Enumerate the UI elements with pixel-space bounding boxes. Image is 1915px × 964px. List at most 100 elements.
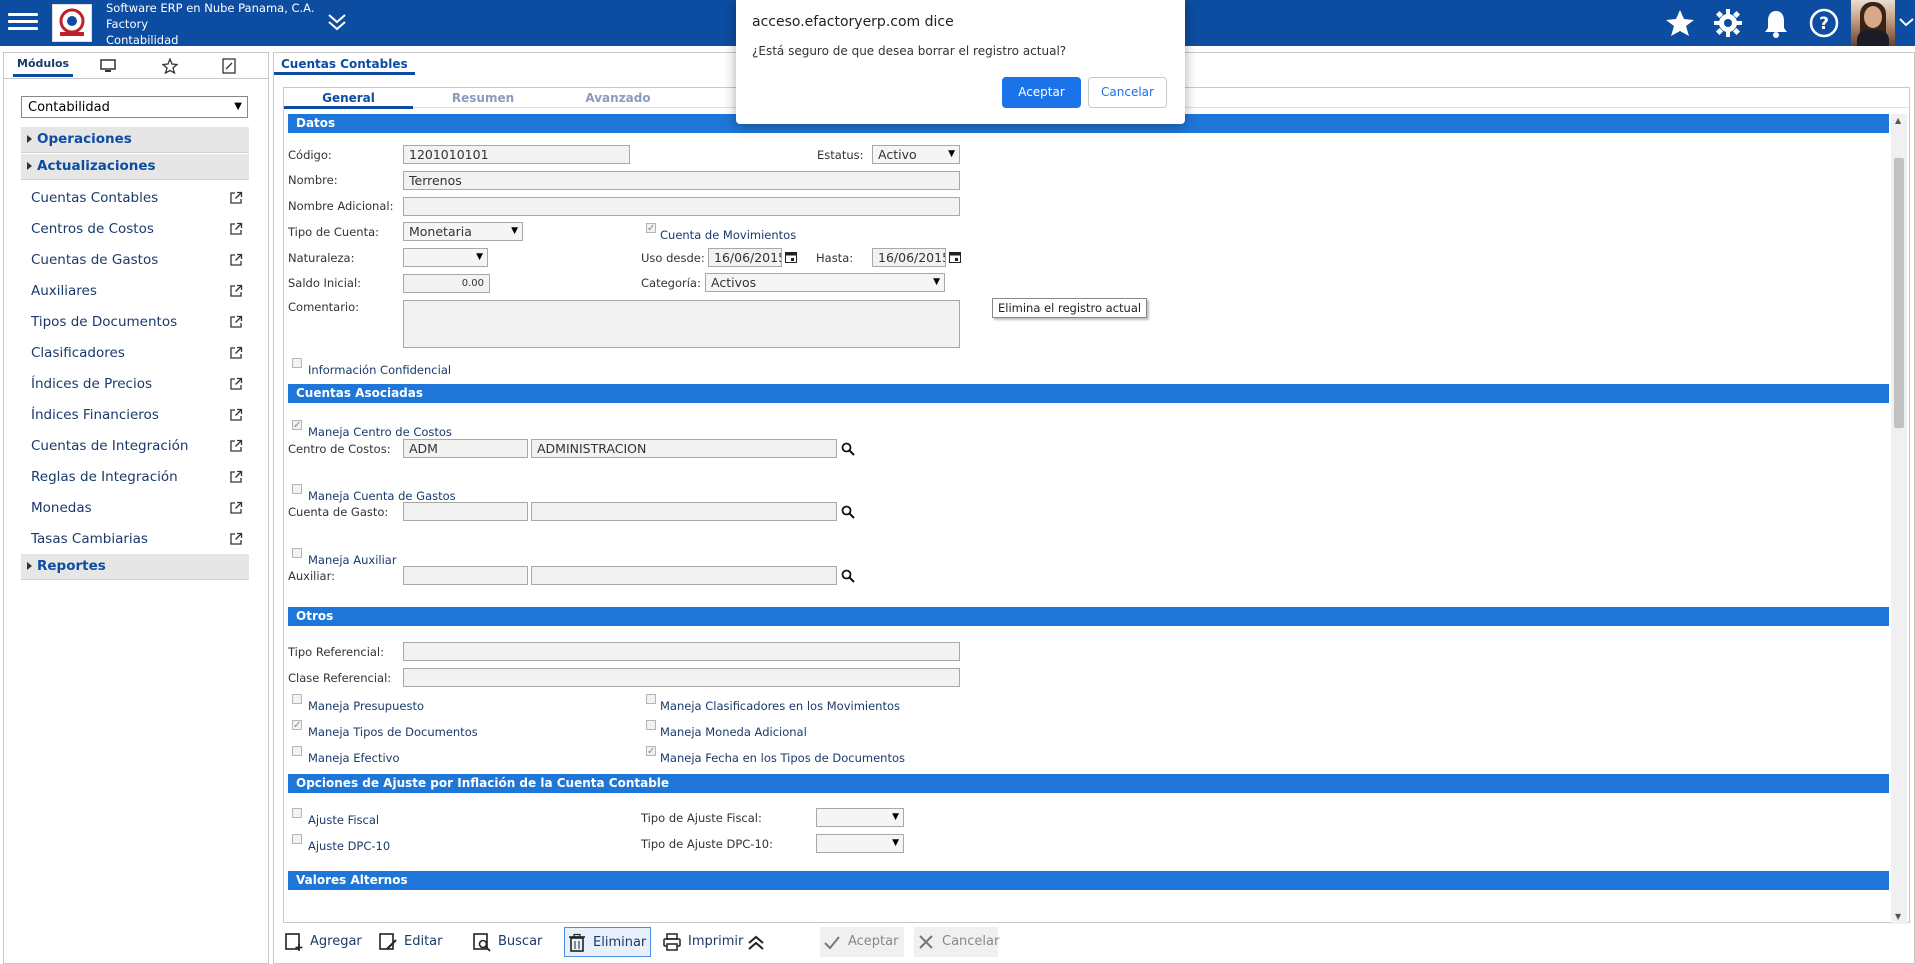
tab-general[interactable]: General [284, 91, 413, 109]
external-link-icon[interactable] [229, 377, 243, 391]
star-outline-icon[interactable] [162, 58, 178, 74]
maneja-presupuesto-checkbox[interactable] [292, 694, 302, 704]
calendar-icon[interactable] [785, 251, 797, 263]
dialog-ok-button[interactable]: Aceptar [1002, 77, 1081, 108]
cancelar-button[interactable]: Cancelar [914, 927, 999, 957]
naturaleza-select[interactable]: ▼ [403, 248, 488, 267]
estatus-select[interactable]: Activo ▼ [872, 145, 960, 164]
sidebar-item[interactable]: Centros de Costos [31, 221, 243, 243]
dropdown-arrow-icon: ▼ [234, 101, 242, 112]
menu-icon[interactable] [8, 9, 38, 35]
form-scrollbar[interactable]: ▲ ▼ [1891, 114, 1907, 924]
scrollbar-thumb[interactable] [1894, 158, 1904, 428]
codigo-input[interactable]: 1201010101 [403, 145, 630, 164]
external-link-icon[interactable] [229, 315, 243, 329]
maneja-efectivo-checkbox[interactable] [292, 746, 302, 756]
maneja-cc-checkbox[interactable]: ✓ [292, 420, 302, 431]
imprimir-button[interactable]: Imprimir [660, 927, 743, 957]
user-avatar[interactable] [1851, 0, 1895, 46]
centro-costos-name-input[interactable]: ADMINISTRACION [531, 439, 837, 458]
centro-costos-code-input[interactable]: ADM [403, 439, 528, 458]
search-icon[interactable] [841, 505, 855, 519]
external-link-icon[interactable] [229, 222, 243, 236]
sidebar-item[interactable]: Cuentas Contables [31, 190, 243, 212]
buscar-button[interactable]: Buscar [470, 927, 542, 957]
note-icon[interactable] [222, 58, 236, 74]
chevron-down-icon[interactable] [1898, 12, 1915, 32]
external-link-icon[interactable] [229, 191, 243, 205]
sidebar-item[interactable]: Índices Financieros [31, 407, 243, 429]
external-link-icon[interactable] [229, 284, 243, 298]
group-actualizaciones[interactable]: Actualizaciones [21, 154, 249, 180]
calendar-icon[interactable] [949, 251, 961, 263]
sidebar-item[interactable]: Auxiliares [31, 283, 243, 305]
sidebar-item[interactable]: Cuentas de Gastos [31, 252, 243, 274]
group-operaciones[interactable]: Operaciones [21, 127, 249, 153]
codigo-label: Código: [288, 148, 332, 162]
ajuste-dpc-checkbox[interactable] [292, 834, 302, 844]
nombre-adicional-input[interactable] [403, 197, 960, 216]
cuenta-gasto-code-input[interactable] [403, 502, 528, 521]
sidebar-item[interactable]: Clasificadores [31, 345, 243, 367]
external-link-icon[interactable] [229, 253, 243, 267]
categoria-select[interactable]: Activos ▼ [705, 273, 945, 292]
double-chevron-down-icon[interactable] [326, 12, 348, 32]
eliminar-button[interactable]: Eliminar [564, 927, 651, 957]
scroll-up-icon[interactable]: ▲ [1895, 116, 1901, 125]
maneja-auxiliar-checkbox[interactable] [292, 548, 302, 558]
nombre-input[interactable]: Terrenos [403, 171, 960, 190]
external-link-icon[interactable] [229, 532, 243, 546]
double-chevron-up-icon[interactable] [746, 933, 766, 953]
auxiliar-code-input[interactable] [403, 566, 528, 585]
search-icon[interactable] [841, 569, 855, 583]
tab-cuentas-contables[interactable]: Cuentas Contables [274, 53, 415, 75]
sidebar-item[interactable]: Monedas [31, 500, 243, 522]
maneja-fecha-tipos-checkbox[interactable]: ✓ [646, 746, 656, 757]
help-icon[interactable]: ? [1808, 7, 1840, 39]
tab-modules[interactable]: Módulos [13, 57, 74, 77]
sidebar-item[interactable]: Tipos de Documentos [31, 314, 243, 336]
scroll-down-icon[interactable]: ▼ [1895, 912, 1901, 921]
tipo-ajuste-dpc-select[interactable]: ▼ [816, 834, 904, 853]
dialog-cancel-button[interactable]: Cancelar [1088, 77, 1167, 108]
maneja-tipos-doc-checkbox[interactable]: ✓ [292, 720, 302, 731]
external-link-icon[interactable] [229, 470, 243, 484]
aceptar-button[interactable]: Aceptar [820, 927, 904, 957]
bell-icon[interactable] [1760, 7, 1792, 39]
maneja-clasificadores-checkbox[interactable] [646, 694, 656, 704]
agregar-button[interactable]: Agregar [282, 927, 362, 957]
saldo-inicial-input[interactable]: 0.00 [403, 274, 490, 293]
ajuste-fiscal-checkbox[interactable] [292, 808, 302, 818]
clase-referencial-input[interactable] [403, 668, 960, 687]
tab-avanzado[interactable]: Avanzado [553, 91, 683, 105]
cuenta-movimientos-checkbox[interactable]: ✓ [646, 223, 656, 234]
tipo-referencial-input[interactable] [403, 642, 960, 661]
tipo-cuenta-select[interactable]: Monetaria ▼ [403, 222, 523, 241]
comentario-textarea[interactable] [403, 300, 960, 348]
sidebar-item[interactable]: Tasas Cambiarias [31, 531, 243, 553]
maneja-cg-checkbox[interactable] [292, 484, 302, 494]
hasta-input[interactable]: 16/06/2015 [872, 248, 946, 267]
general-form: Datos Código: 1201010101 Estatus: Activo… [284, 114, 1911, 924]
maneja-moneda-adicional-checkbox[interactable] [646, 720, 656, 730]
search-icon[interactable] [841, 442, 855, 456]
tab-resumen[interactable]: Resumen [413, 91, 553, 105]
sidebar-item[interactable]: Índices de Precios [31, 376, 243, 398]
gear-icon[interactable] [1712, 7, 1744, 39]
uso-desde-input[interactable]: 16/06/2015 [708, 248, 782, 267]
star-icon[interactable] [1664, 7, 1696, 39]
external-link-icon[interactable] [229, 439, 243, 453]
module-select[interactable]: Contabilidad ▼ [21, 96, 248, 118]
cuenta-gasto-name-input[interactable] [531, 502, 837, 521]
external-link-icon[interactable] [229, 501, 243, 515]
external-link-icon[interactable] [229, 346, 243, 360]
auxiliar-name-input[interactable] [531, 566, 837, 585]
external-link-icon[interactable] [229, 408, 243, 422]
sidebar-item[interactable]: Cuentas de Integración [31, 438, 243, 460]
sidebar-item[interactable]: Reglas de Integración [31, 469, 243, 491]
editar-button[interactable]: Editar [376, 927, 443, 957]
tipo-ajuste-fiscal-select[interactable]: ▼ [816, 808, 904, 827]
group-reportes[interactable]: Reportes [21, 554, 249, 580]
info-confidencial-checkbox[interactable] [292, 358, 302, 368]
monitor-icon[interactable] [100, 59, 116, 73]
